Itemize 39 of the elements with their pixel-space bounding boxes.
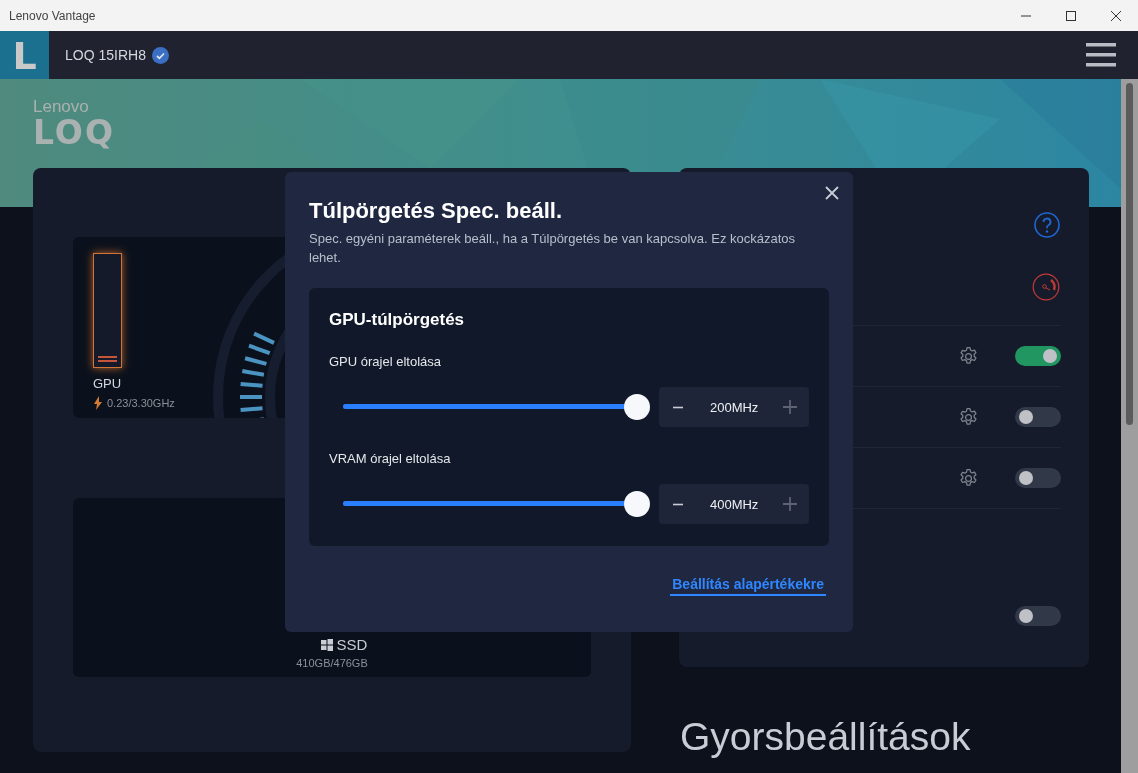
device-name: LOQ 15IRH8	[65, 47, 146, 63]
menu-icon[interactable]	[1086, 41, 1116, 69]
gpu-label: GPU	[93, 376, 123, 391]
plus-icon[interactable]	[783, 497, 797, 511]
settings-icon[interactable]	[958, 345, 979, 367]
lightning-icon	[93, 396, 103, 410]
settings-icon[interactable]	[958, 406, 979, 428]
stepper-value: 400MHz	[708, 496, 760, 512]
close-icon[interactable]	[825, 186, 839, 200]
toggle-switch[interactable]	[1015, 407, 1061, 427]
reset-link[interactable]: Beállítás alapértékekre	[670, 576, 826, 596]
slider-thumb[interactable]	[624, 394, 651, 420]
scrollbar-thumb[interactable]	[1126, 83, 1133, 425]
slider-label: VRAM órajel eltolása	[329, 451, 452, 466]
dialog-description: Spec. egyéni paraméterek beáll., ha a Túlpörgetés be van kapcsolva. Ez kockázatos lehet.	[309, 230, 797, 267]
section-heading: Gyorsbeállítások	[680, 715, 972, 759]
toggle-switch[interactable]	[1015, 606, 1061, 626]
scrollbar[interactable]	[1121, 79, 1138, 773]
brand-logo-line: Lenovo	[33, 97, 90, 117]
storage-reading: 410GB/476GB	[296, 657, 368, 669]
toggle-switch[interactable]	[1015, 468, 1061, 488]
window-title: Lenovo Vantage	[9, 8, 97, 23]
toggle-switch[interactable]	[1015, 346, 1061, 366]
dialog-title: Túlpörgetés Spec. beáll.	[309, 198, 564, 224]
value-stepper[interactable]: 200MHz	[659, 387, 809, 427]
gpu-clock-reading: 0.23/3.30GHz	[107, 397, 175, 409]
storage-label: SSD	[336, 636, 368, 653]
stepper-value: 200MHz	[708, 399, 760, 415]
help-icon[interactable]	[1034, 212, 1060, 238]
value-stepper[interactable]: 400MHz	[659, 484, 809, 524]
plus-icon[interactable]	[783, 400, 797, 414]
settings-icon[interactable]	[958, 467, 979, 489]
slider-label: GPU órajel eltolása	[329, 354, 442, 369]
windows-icon	[320, 638, 333, 651]
slider-thumb[interactable]	[624, 491, 651, 517]
app-logo: L	[0, 31, 49, 79]
speedometer-icon[interactable]	[1032, 273, 1060, 301]
brand-logo: LOQ	[33, 117, 115, 149]
section-title: GPU-túlpörgetés	[329, 310, 466, 330]
